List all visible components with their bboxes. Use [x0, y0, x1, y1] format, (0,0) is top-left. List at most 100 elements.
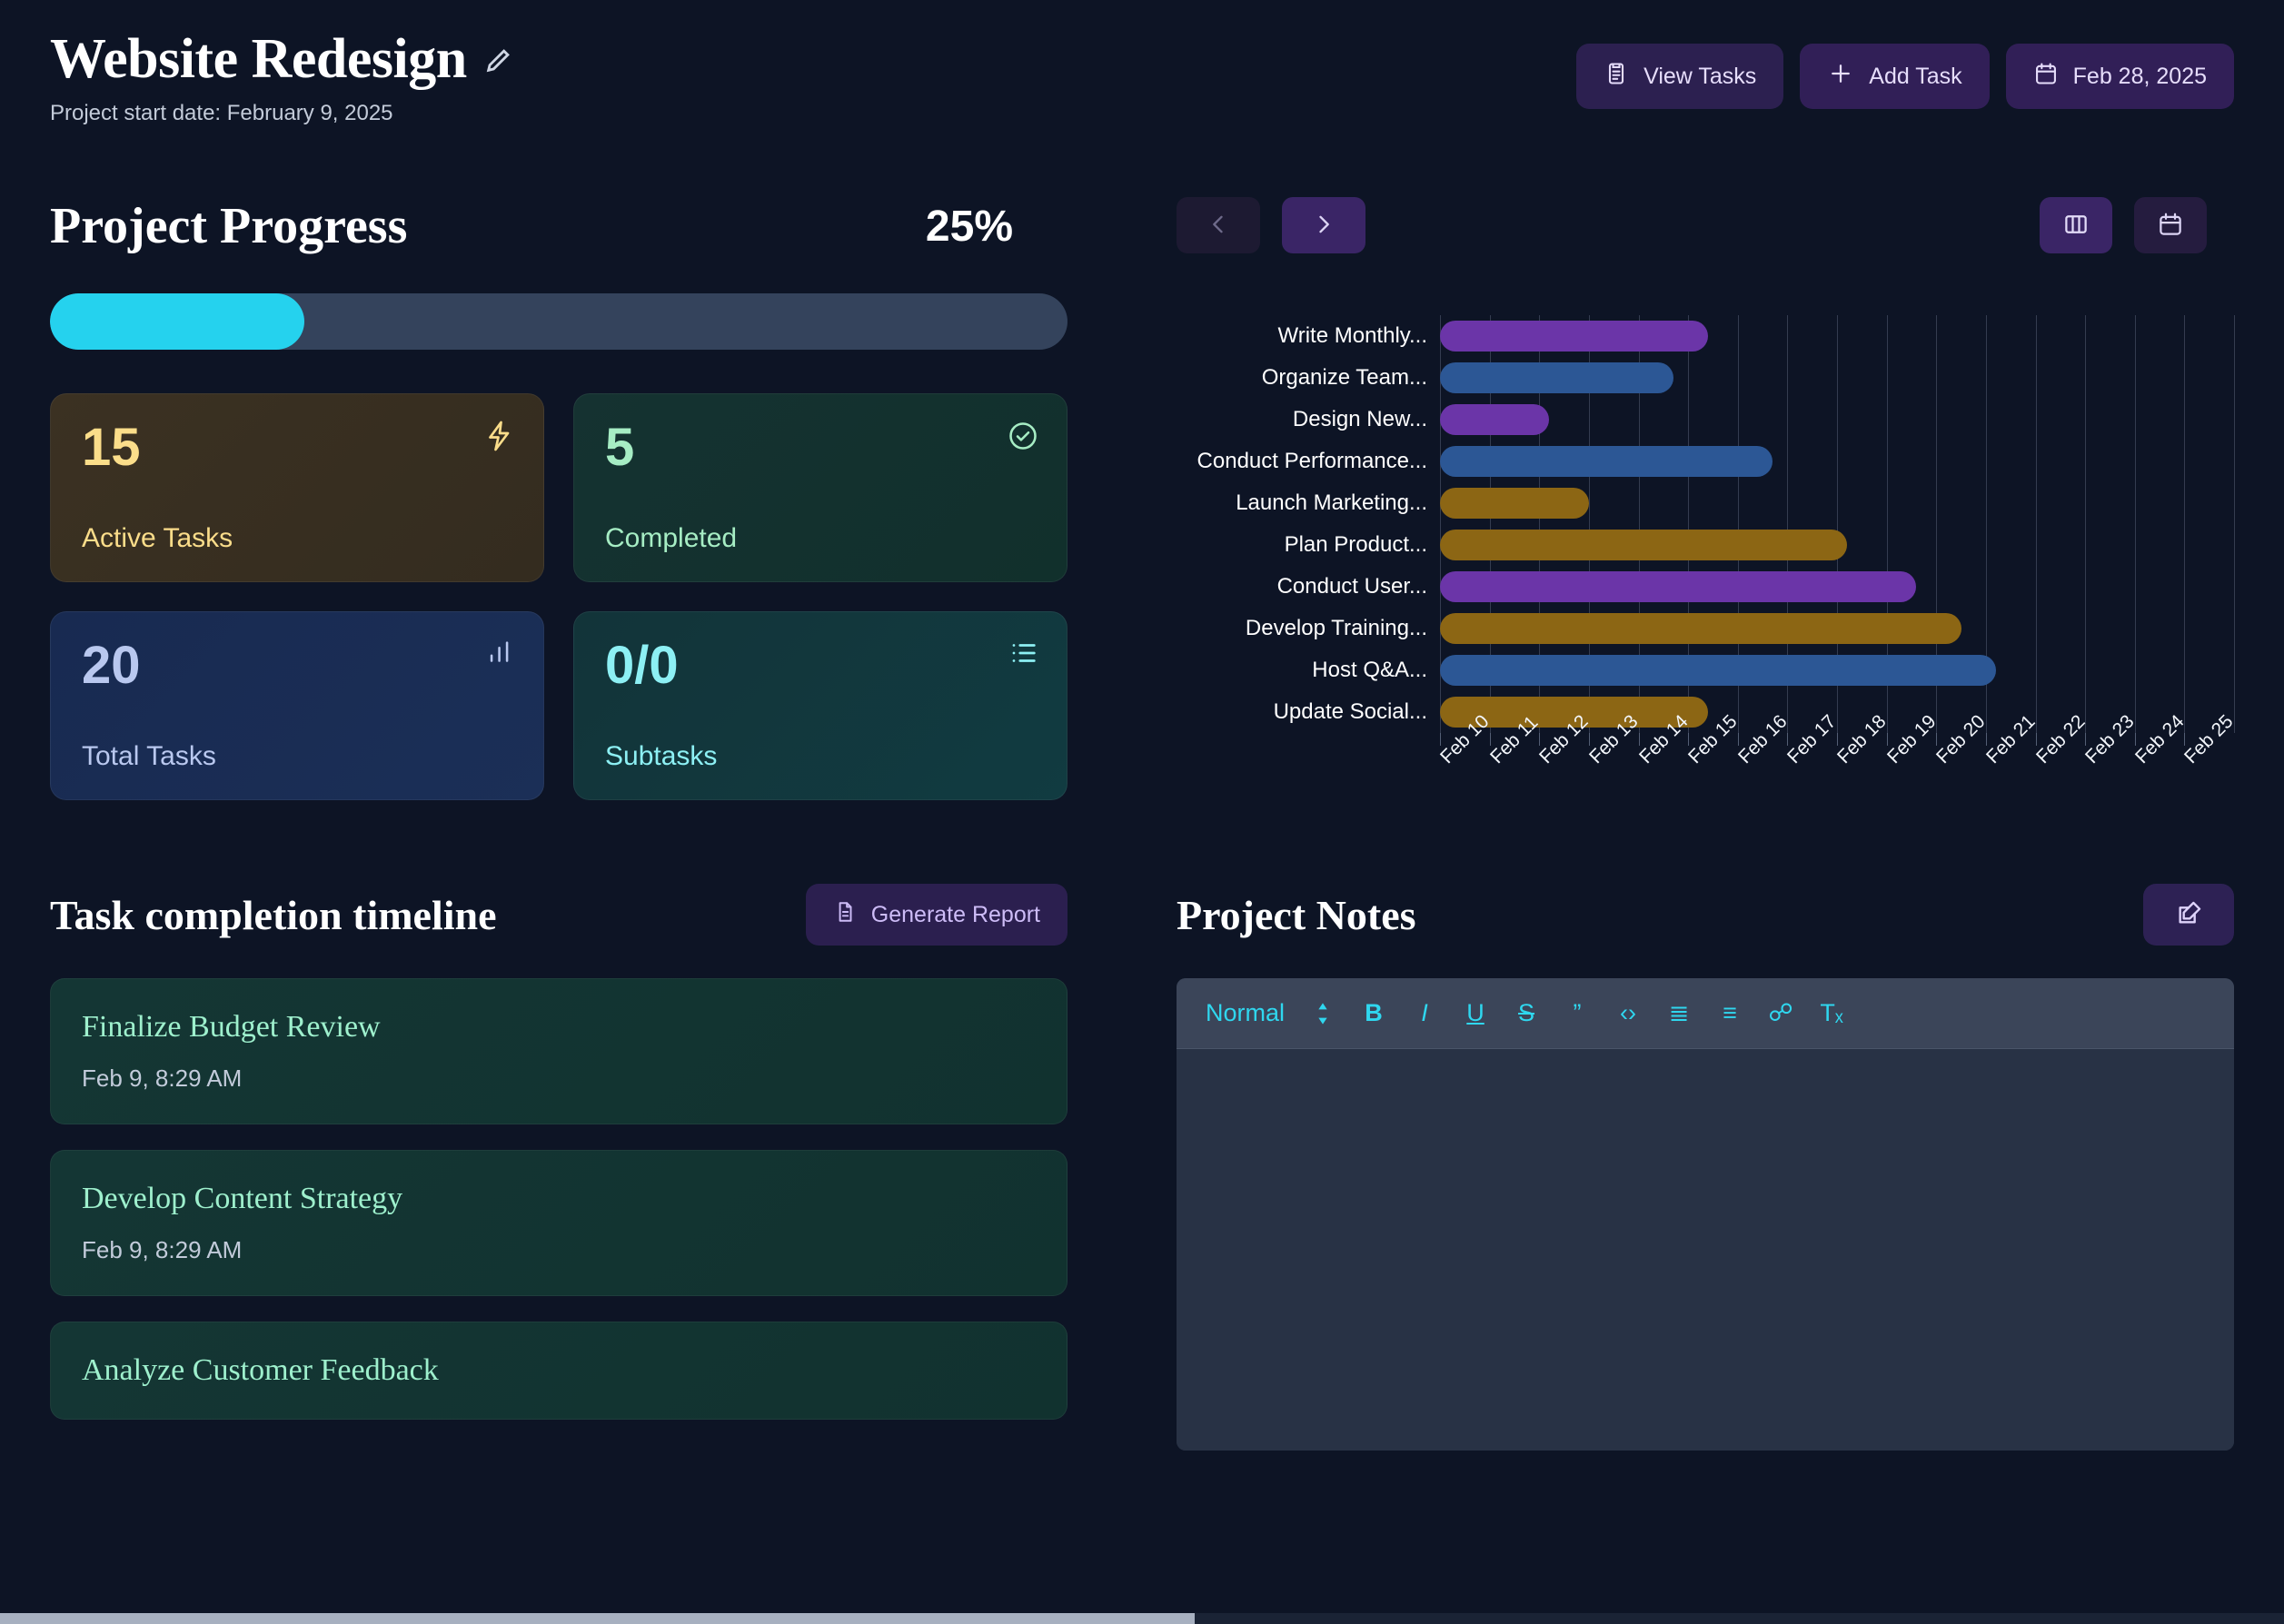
stat-label: Completed	[605, 523, 738, 553]
stat-label: Total Tasks	[82, 741, 216, 771]
gantt-bar[interactable]	[1440, 362, 1673, 393]
ordered-list-button[interactable]: ≣	[1653, 988, 1704, 1039]
timeline-item[interactable]: Finalize Budget Review Feb 9, 8:29 AM	[50, 978, 1068, 1124]
gantt-row[interactable]: Organize Team...	[1177, 357, 2234, 399]
board-view-button[interactable]	[2040, 197, 2112, 253]
main-content: Project Progress 25% 15 Active Tasks 5 Comp…	[50, 197, 2238, 800]
document-icon	[833, 900, 857, 930]
stat-value: 5	[605, 418, 635, 477]
blockquote-button[interactable]: ”	[1552, 988, 1603, 1039]
axis-tick	[1985, 733, 1987, 746]
calendar-icon	[2157, 211, 2184, 241]
gantt-row[interactable]: Launch Marketing...	[1177, 482, 2234, 524]
gantt-row-track	[1440, 482, 2234, 524]
notes-editor: Normal B I U S” ‹› ≣ ≡ ☍ Tₓ	[1177, 978, 2234, 1451]
clear-format-button[interactable]: Tₓ	[1806, 988, 1857, 1039]
timeline-header: Task completion timeline Generate Report	[50, 884, 1068, 946]
axis-tick	[1588, 733, 1590, 746]
bold-button[interactable]: B	[1348, 988, 1399, 1039]
timeline-item[interactable]: Analyze Customer Feedback	[50, 1322, 1068, 1420]
stat-label: Active Tasks	[82, 523, 233, 553]
left-column: Project Progress 25% 15 Active Tasks 5 Comp…	[50, 197, 1068, 800]
progress-title: Project Progress	[50, 198, 408, 254]
stat-value: 20	[82, 636, 141, 695]
underline-button[interactable]: U	[1450, 988, 1501, 1039]
gantt-bar[interactable]	[1440, 530, 1847, 560]
edit-notes-button[interactable]	[2143, 884, 2234, 946]
updown-arrows-icon[interactable]	[1297, 988, 1348, 1039]
gantt-row[interactable]: Write Monthly...	[1177, 315, 2234, 357]
gantt-row-label: Design New...	[1292, 407, 1427, 431]
gantt-next-button[interactable]	[1282, 197, 1365, 253]
axis-tick	[1886, 733, 1888, 746]
plus-icon	[1827, 60, 1854, 94]
generate-report-button[interactable]: Generate Report	[805, 884, 1068, 946]
axis-tick	[1837, 733, 1838, 746]
stat-card-completed[interactable]: 5 Completed	[573, 393, 1068, 582]
pencil-icon[interactable]	[483, 45, 514, 75]
gantt-row[interactable]: Conduct Performance...	[1177, 441, 2234, 482]
notes-panel: Project Notes Normal B I U S ” ‹› ≣ ≡ ☍ …	[1177, 884, 2234, 1451]
axis-tick	[2184, 733, 2186, 746]
calendar-view-button[interactable]	[2134, 197, 2207, 253]
link-button[interactable]: ☍	[1755, 988, 1806, 1039]
lightning-icon	[483, 420, 516, 457]
notes-header: Project Notes	[1177, 884, 2234, 946]
timeline-item-title: Analyze Customer Feedback	[82, 1353, 439, 1387]
bullet-list-button[interactable]: ≡	[1704, 988, 1755, 1039]
gantt-bar[interactable]	[1440, 488, 1589, 519]
italic-button[interactable]: I	[1399, 988, 1450, 1039]
project-dashboard: Website Redesign Project start date: Feb…	[0, 0, 2284, 1624]
gantt-row-track	[1440, 399, 2234, 441]
date-button[interactable]: Feb 28, 2025	[2005, 44, 2234, 109]
edit-square-icon	[2174, 899, 2203, 931]
gantt-row[interactable]: Plan Product...	[1177, 524, 2234, 566]
gantt-row-label: Organize Team...	[1261, 365, 1427, 390]
notes-title: Project Notes	[1177, 891, 1416, 938]
gantt-bar[interactable]	[1440, 571, 1917, 602]
gantt-row-track	[1440, 315, 2234, 357]
gantt-bar[interactable]	[1440, 655, 1996, 686]
code-block-button[interactable]: ‹›	[1603, 988, 1653, 1039]
gantt-row[interactable]: Design New...	[1177, 399, 2234, 441]
stat-cards: 15 Active Tasks 5 Completed 20 Total Tasks 0/0…	[50, 393, 1068, 800]
add-task-button[interactable]: Add Task	[1800, 44, 1990, 109]
columns-icon	[2062, 211, 2090, 241]
progress-header: Project Progress 25%	[50, 197, 1068, 255]
list-icon	[1008, 638, 1039, 673]
view-tasks-label: View Tasks	[1643, 63, 1757, 89]
scrollbar-thumb[interactable]	[0, 1613, 1195, 1624]
gantt-bar[interactable]	[1440, 321, 1708, 352]
axis-tick	[1737, 733, 1739, 746]
gantt-row-label: Conduct Performance...	[1197, 449, 1427, 473]
gantt-row-label: Develop Training...	[1245, 616, 1427, 640]
timeline-item-date: Feb 9, 8:29 AM	[82, 1065, 243, 1092]
gantt-bar[interactable]	[1440, 404, 1550, 435]
generate-report-label: Generate Report	[870, 901, 1040, 927]
stat-card-total-tasks[interactable]: 20 Total Tasks	[50, 611, 544, 800]
gantt-row[interactable]: Develop Training...	[1177, 608, 2234, 649]
notes-textarea[interactable]	[1177, 1049, 2234, 1451]
gantt-row[interactable]: Host Q&A...	[1177, 649, 2234, 691]
strikethrough-button[interactable]: S	[1501, 988, 1552, 1039]
timeline-item-date: Feb 9, 8:29 AM	[82, 1236, 243, 1263]
stat-card-subtasks[interactable]: 0/0 Subtasks	[573, 611, 1068, 800]
timeline-title: Task completion timeline	[50, 891, 497, 938]
view-tasks-button[interactable]: View Tasks	[1576, 44, 1784, 109]
gantt-row-label: Launch Marketing...	[1236, 490, 1427, 515]
horizontal-scrollbar[interactable]	[0, 1613, 2284, 1624]
gantt-toolbar	[1177, 197, 2234, 253]
gantt-row-track	[1440, 441, 2234, 482]
style-select-label[interactable]: Normal	[1193, 999, 1297, 1027]
gantt-bar[interactable]	[1440, 613, 1961, 644]
gantt-prev-button[interactable]	[1177, 197, 1260, 253]
gantt-row-track	[1440, 566, 2234, 608]
stat-label: Subtasks	[605, 741, 718, 771]
gantt-row[interactable]: Conduct User...	[1177, 566, 2234, 608]
check-circle-icon	[1007, 420, 1039, 457]
page-header: Website Redesign Project start date: Feb…	[50, 0, 2234, 126]
gantt-bar[interactable]	[1440, 446, 1773, 477]
timeline-item[interactable]: Develop Content Strategy Feb 9, 8:29 AM	[50, 1150, 1068, 1296]
chevron-right-icon	[1311, 212, 1336, 240]
stat-card-active-tasks[interactable]: 15 Active Tasks	[50, 393, 544, 582]
